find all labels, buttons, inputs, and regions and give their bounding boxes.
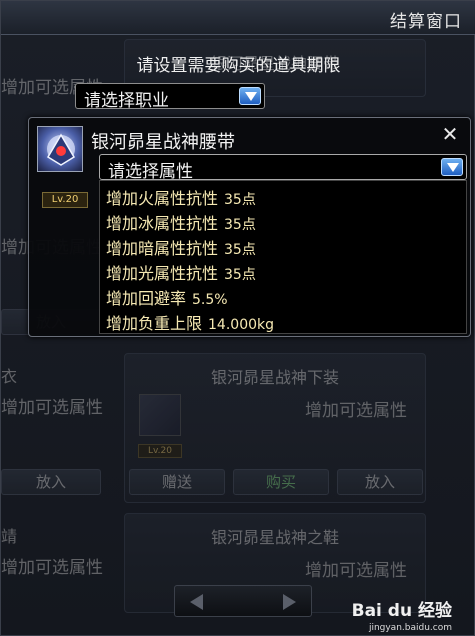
bg-put-in-button-2[interactable]: 放入	[1, 469, 101, 495]
arrow-right-icon[interactable]	[279, 592, 299, 612]
instruction-text: 请设置需要购买的道具期限	[136, 56, 341, 76]
bg-item-level: Lv.20	[138, 444, 182, 458]
attribute-option-value: 35点	[224, 217, 256, 233]
attribute-option-value: 14.000kg	[208, 317, 274, 333]
attribute-option[interactable]: 增加火属性抗性 35点	[106, 185, 256, 209]
chevron-down-icon[interactable]	[239, 87, 261, 105]
page-navigator	[174, 585, 312, 617]
attribute-select[interactable]: 请选择属性	[99, 154, 467, 182]
attribute-option[interactable]: 增加暗属性抗性 35点	[106, 235, 256, 259]
bg-left-attr-3: 增加可选属性	[1, 398, 103, 418]
item-option-panel: Lv.20 银河昴星战神腰带 ✕ 请选择属性 增加火属性抗性 35点 增加冰属性抗…	[28, 117, 471, 337]
attribute-option-value: 35点	[224, 267, 256, 283]
bg-buy-label: 购买	[265, 473, 296, 491]
attribute-option-label: 增加火属性抗性	[106, 189, 219, 208]
attribute-option-value: 35点	[224, 242, 256, 258]
bg-put-in-label-2: 放入	[35, 473, 66, 491]
attribute-options-list: 增加火属性抗性 35点 增加冰属性抗性 35点 增加暗属性抗性 35点 增加光属性抗性…	[99, 180, 467, 334]
attribute-select-label: 请选择属性	[108, 162, 193, 182]
bg-card-bottom-attr: 增加可选属性	[305, 561, 407, 581]
attribute-option-label: 增加负重上限	[106, 314, 203, 333]
arrow-left-icon[interactable]	[187, 592, 207, 612]
bg-card-mid-title: 银河昴星战神下装	[210, 368, 339, 387]
watermark-brand: Bai du 经验	[351, 601, 452, 621]
attribute-option[interactable]: 增加冰属性抗性 35点	[106, 210, 256, 234]
watermark-url: jingyan.baidu.com	[368, 623, 452, 633]
attribute-option-value: 5.5%	[192, 292, 228, 308]
bg-left-attr-4: 增加可选属性	[1, 558, 103, 578]
title-bar: 结算窗口	[1, 1, 475, 35]
job-select-label: 请选择职业	[84, 91, 169, 111]
job-select[interactable]: 请选择职业	[75, 83, 265, 111]
bg-buy-button[interactable]: 购买	[233, 469, 329, 495]
attribute-option[interactable]: 增加负重上限 14.000kg	[106, 310, 274, 334]
chevron-down-icon[interactable]	[441, 158, 463, 176]
checkout-window: 结算窗口 银河昴星战神腰带 增加可选属性 增加可选属性 放入 衣 增加可选属性 …	[0, 0, 475, 636]
attribute-option-value: 35点	[224, 192, 256, 208]
attribute-option-label: 增加回避率	[106, 289, 187, 308]
bg-card-bottom-title: 银河昴星战神之鞋	[210, 528, 339, 547]
attribute-option-label: 增加暗属性抗性	[106, 239, 219, 258]
attribute-option-label: 增加光属性抗性	[106, 264, 219, 283]
attribute-option[interactable]: 增加回避率 5.5%	[106, 285, 228, 309]
belt-item-icon	[37, 126, 83, 172]
bg-gift-button[interactable]: 赠送	[129, 469, 225, 495]
attribute-option[interactable]: 增加光属性抗性 35点	[106, 260, 256, 284]
bg-gift-label: 赠送	[161, 473, 192, 491]
close-icon[interactable]: ✕	[440, 124, 460, 144]
item-level-badge: Lv.20	[42, 192, 88, 208]
attribute-option-label: 增加冰属性抗性	[106, 214, 219, 233]
bg-put-in-button-3[interactable]: 放入	[337, 469, 423, 495]
bg-card-mid-attr: 增加可选属性	[305, 401, 407, 421]
bg-left-name-1: 衣	[1, 367, 18, 386]
bg-put-in-label-3: 放入	[364, 473, 395, 491]
bg-item-slot[interactable]	[139, 394, 181, 436]
item-name: 银河昴星战神腰带	[91, 132, 235, 153]
window-title: 结算窗口	[390, 12, 462, 32]
bg-left-name-2: 靖	[1, 527, 18, 546]
